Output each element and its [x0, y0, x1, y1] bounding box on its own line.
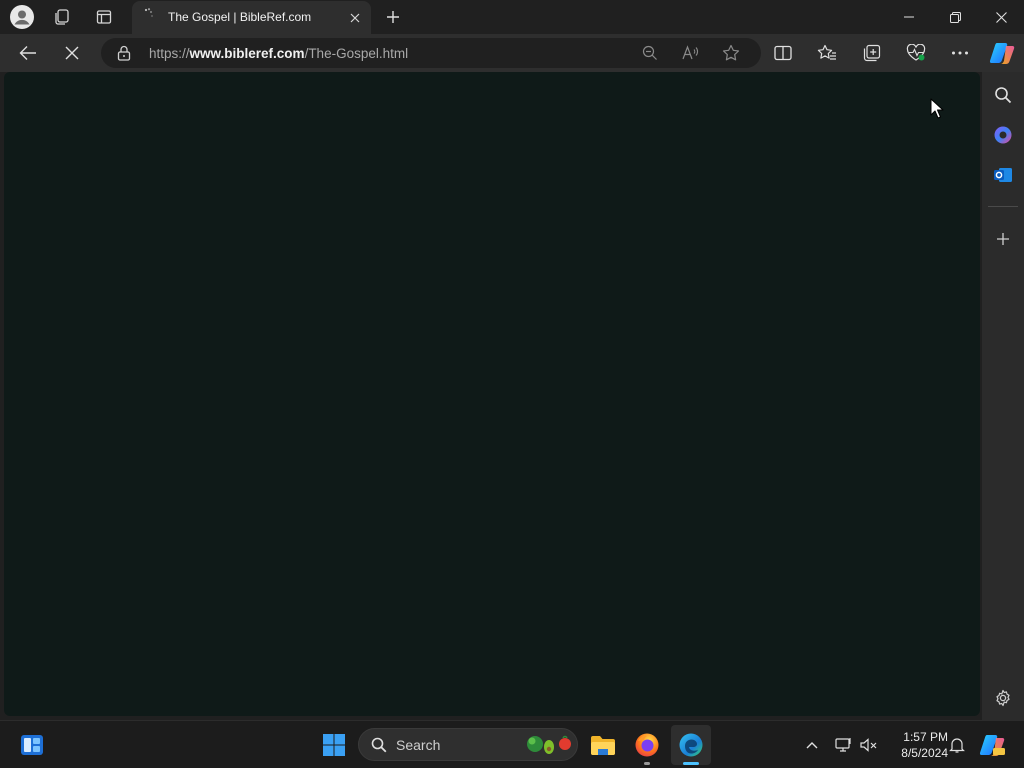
split-screen-icon	[774, 45, 792, 61]
folder-icon	[591, 736, 615, 755]
address-url: https://www.bibleref.com/The-Gospel.html	[149, 46, 408, 61]
profile-button[interactable]	[6, 2, 38, 32]
plus-icon	[997, 233, 1009, 245]
desktop-screen: The Gospel | BibleRef.com https://www.bi…	[0, 0, 1024, 768]
sidebar-outlook-button[interactable]	[988, 160, 1018, 190]
start-button[interactable]	[314, 725, 354, 765]
favorites-button[interactable]	[811, 38, 843, 68]
close-icon	[995, 11, 1007, 23]
restore-icon	[949, 11, 961, 23]
gear-icon	[996, 689, 1010, 707]
minimize-button[interactable]	[886, 0, 932, 34]
collections-icon	[863, 44, 881, 62]
taskbar-search-box[interactable]: Search	[358, 728, 578, 761]
more-horizontal-icon	[952, 51, 968, 55]
arrow-left-icon	[19, 46, 36, 60]
close-icon	[350, 13, 360, 23]
close-icon	[65, 46, 79, 60]
sidebar-divider	[988, 206, 1018, 207]
taskbar-edge[interactable]	[671, 725, 711, 765]
split-screen-button[interactable]	[767, 38, 799, 68]
address-bar[interactable]: https://www.bibleref.com/The-Gospel.html	[101, 38, 761, 68]
favorites-icon	[817, 44, 836, 60]
vertical-tabs-button[interactable]	[88, 2, 120, 32]
widgets-icon	[21, 735, 43, 755]
read-aloud-button[interactable]	[679, 42, 703, 64]
tab-actions-icon	[96, 10, 112, 24]
url-path: /The-Gospel.html	[304, 46, 409, 61]
windows-taskbar: Search 1:57 PM 8/5/2024	[0, 720, 1024, 768]
read-aloud-icon	[682, 45, 699, 60]
sidebar-add-button[interactable]	[988, 224, 1018, 254]
workspaces-button[interactable]	[46, 2, 78, 32]
tab-title: The Gospel | BibleRef.com	[168, 10, 312, 24]
sidebar-settings-button[interactable]	[988, 683, 1018, 713]
mouse-cursor-icon	[930, 98, 944, 120]
star-icon	[722, 44, 740, 61]
search-highlight-icon	[525, 733, 573, 757]
collections-button[interactable]	[856, 38, 888, 68]
zoom-out-button[interactable]	[638, 42, 662, 64]
clock-date: 8/5/2024	[901, 746, 948, 760]
search-icon	[995, 87, 1012, 104]
taskbar-firefox[interactable]	[627, 725, 667, 765]
copilot-pre-icon	[979, 735, 1005, 756]
edge-icon	[679, 733, 703, 757]
lock-icon[interactable]	[117, 45, 131, 61]
close-window-button[interactable]	[978, 0, 1024, 34]
display-network-icon	[835, 738, 851, 752]
firefox-icon	[635, 733, 659, 757]
stop-loading-button[interactable]	[56, 38, 88, 68]
copilot-app-icon	[994, 126, 1012, 144]
restore-button[interactable]	[932, 0, 978, 34]
sidebar-copilot-button[interactable]	[988, 120, 1018, 150]
copilot-icon	[989, 43, 1015, 64]
volume-muted-icon	[860, 738, 877, 752]
settings-and-more-button[interactable]	[944, 38, 976, 68]
edge-sidebar	[982, 72, 1024, 720]
sidebar-search-button[interactable]	[988, 80, 1018, 110]
clock-time: 1:57 PM	[903, 730, 948, 744]
heart-pulse-icon	[906, 44, 926, 61]
browser-toolbar: https://www.bibleref.com/The-Gospel.html	[0, 34, 1024, 72]
loading-favicon-icon	[144, 8, 158, 22]
tab-close-button[interactable]	[345, 8, 365, 28]
copilot-button[interactable]	[986, 38, 1018, 68]
show-hidden-icons-button[interactable]	[792, 725, 832, 765]
back-button[interactable]	[12, 38, 44, 68]
active-indicator	[683, 762, 699, 765]
new-tab-button[interactable]	[377, 2, 409, 32]
taskbar-search-label: Search	[396, 737, 441, 753]
tab-the-gospel[interactable]: The Gospel | BibleRef.com	[132, 1, 371, 34]
notification-bell-icon	[949, 738, 965, 753]
widgets-button[interactable]	[12, 725, 52, 765]
windows-logo-icon	[323, 734, 345, 756]
minimize-icon	[904, 16, 914, 18]
browser-essentials-button[interactable]	[900, 38, 932, 68]
profile-avatar-icon	[10, 5, 34, 29]
notifications-button[interactable]	[946, 725, 968, 765]
volume-button[interactable]	[857, 725, 881, 765]
chevron-up-icon	[806, 742, 818, 749]
web-page-viewport[interactable]	[4, 72, 980, 716]
taskbar-file-explorer[interactable]	[583, 725, 623, 765]
workspaces-icon	[55, 9, 69, 25]
url-host: www.bibleref.com	[189, 46, 305, 61]
outlook-icon	[994, 168, 1012, 182]
running-indicator	[644, 762, 650, 765]
search-icon	[371, 737, 387, 753]
plus-icon	[387, 11, 399, 23]
browser-title-bar: The Gospel | BibleRef.com	[0, 0, 1024, 34]
add-favorite-button[interactable]	[719, 42, 743, 64]
zoom-out-icon	[642, 45, 657, 60]
system-clock[interactable]: 1:57 PM 8/5/2024	[886, 729, 948, 761]
url-scheme: https://	[149, 46, 190, 61]
network-status-button[interactable]	[832, 725, 856, 765]
taskbar-copilot-button[interactable]	[972, 725, 1012, 765]
